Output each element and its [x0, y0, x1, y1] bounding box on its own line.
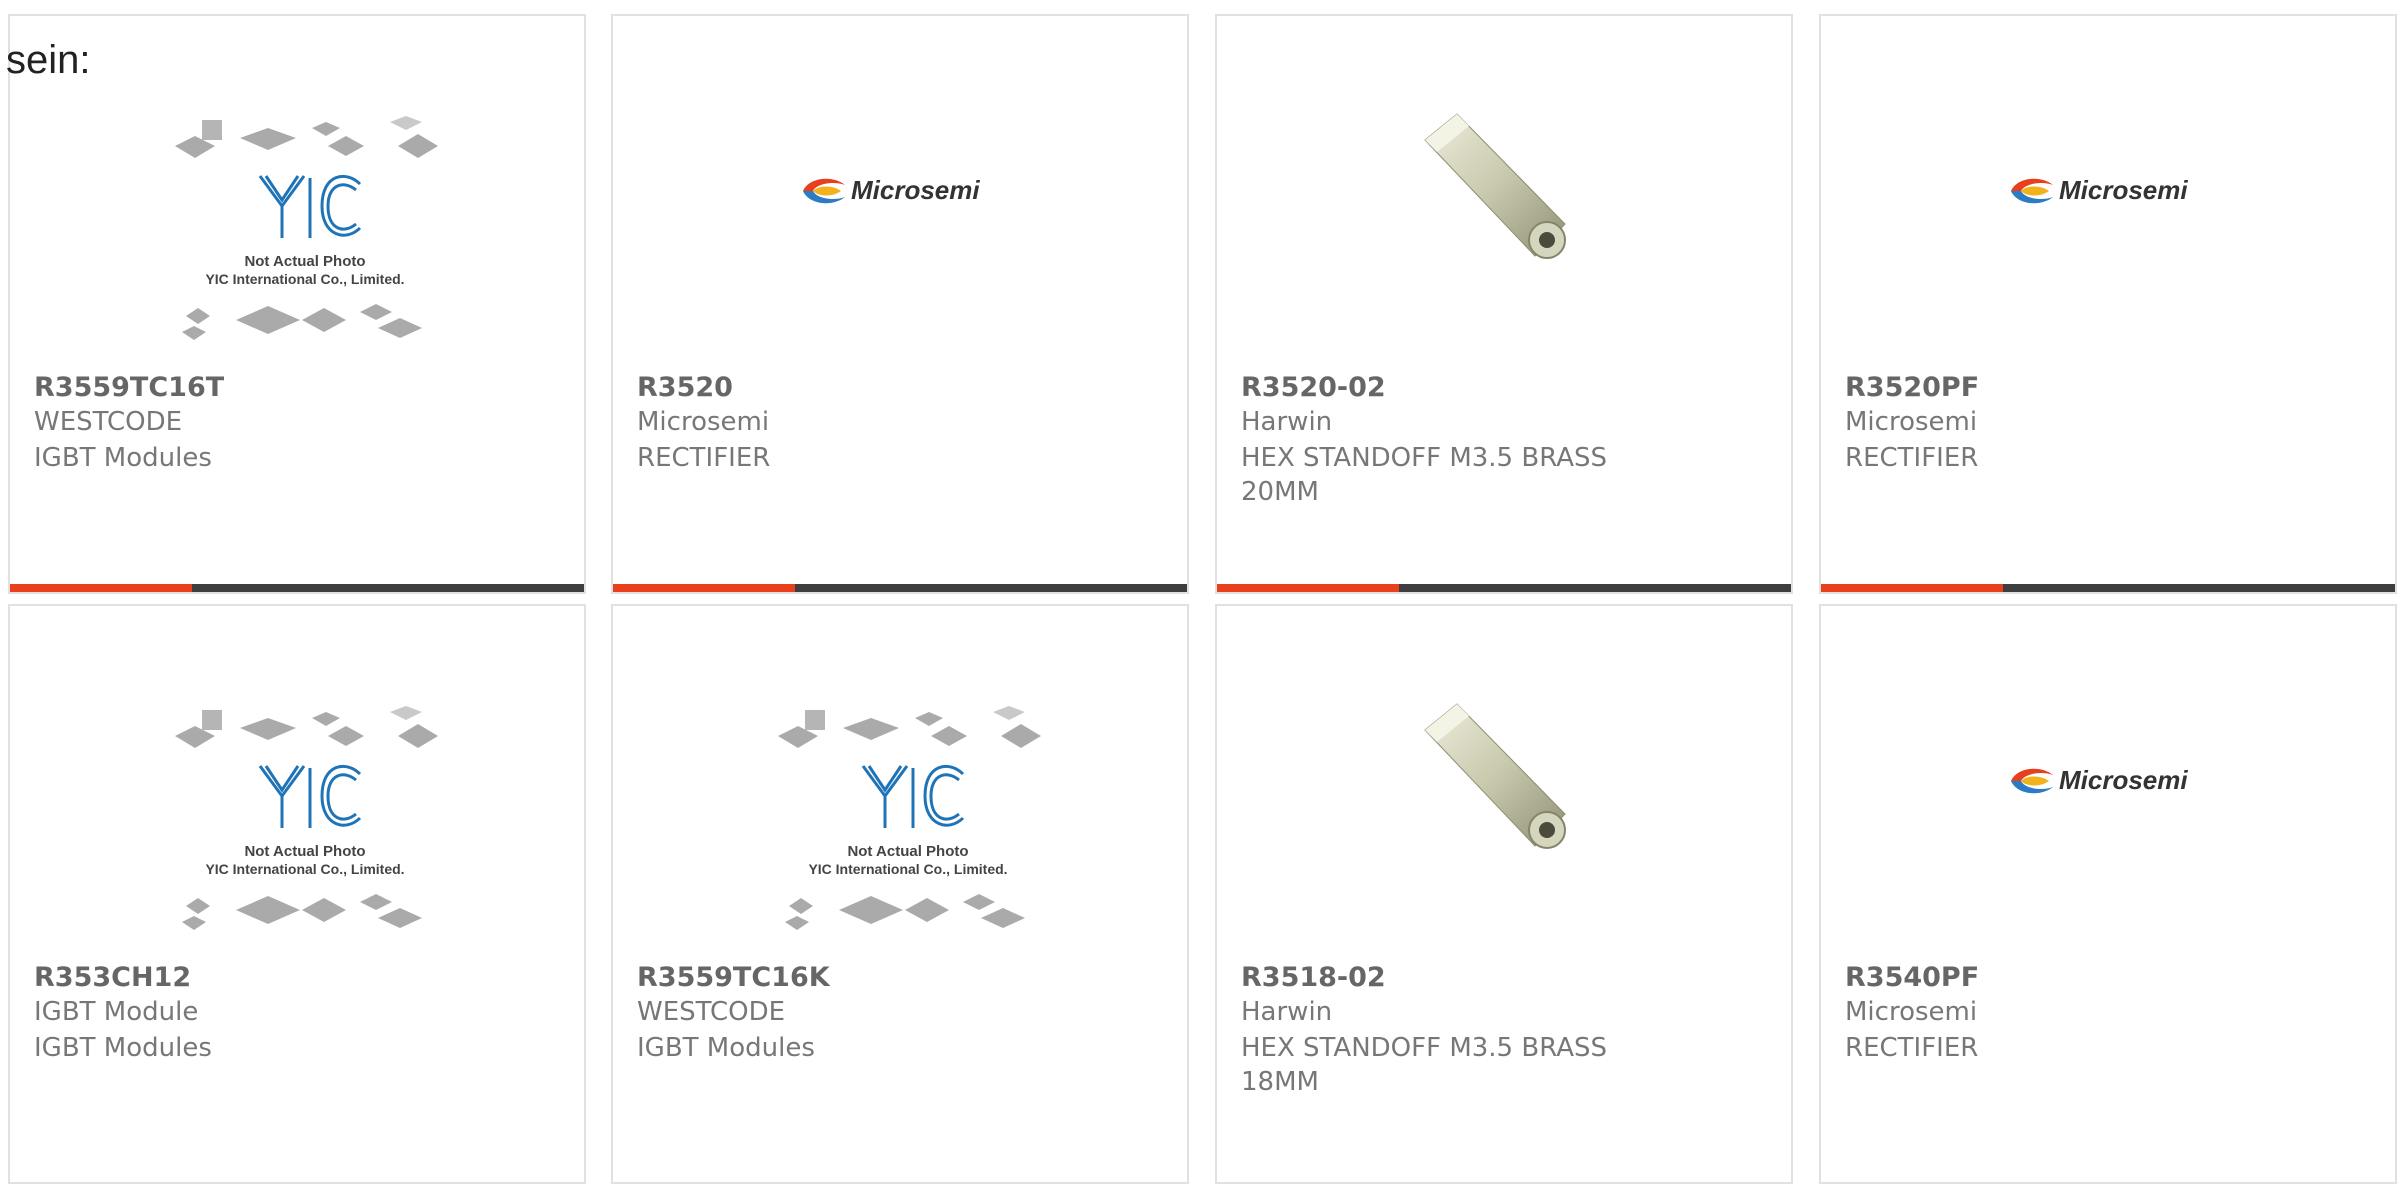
card-bar-accent: [1821, 584, 2003, 592]
product-image[interactable]: Not Actual Photo YIC International Co., …: [10, 16, 584, 356]
manufacturer: Microsemi: [637, 407, 770, 437]
manufacturer: Microsemi: [1845, 997, 1978, 1027]
part-number[interactable]: R3518-02: [1241, 962, 1386, 993]
description: HEX STANDOFF M3.5 BRASS 20MM: [1241, 443, 1608, 507]
hex-standoff-icon: [1424, 703, 1566, 849]
description: IGBT Modules: [34, 443, 212, 473]
manufacturer: WESTCODE: [637, 997, 786, 1027]
hex-standoff-icon: [1424, 113, 1566, 259]
product-card[interactable]: Microsemi R3520 Microsemi RECTIFIER: [611, 14, 1189, 594]
product-image[interactable]: Microsemi: [613, 16, 1187, 356]
product-image[interactable]: [1217, 16, 1791, 356]
part-number[interactable]: R3540PF: [1845, 962, 1979, 993]
placeholder-line2: YIC International Co., Limited.: [205, 271, 404, 287]
description: RECTIFIER: [1845, 1033, 1979, 1063]
manufacturer: IGBT Module: [34, 997, 199, 1027]
microsemi-logo-icon: Microsemi: [2011, 175, 2188, 205]
product-card[interactable]: Microsemi R3540PF Microsemi RECTIFIER: [1819, 604, 2397, 1184]
yic-placeholder-icon: Not Actual Photo YIC International Co., …: [175, 706, 438, 930]
description: IGBT Modules: [637, 1033, 815, 1063]
product-card[interactable]: Microsemi R3520PF Microsemi RECTIFIER: [1819, 14, 2397, 594]
card-bar-accent: [10, 584, 192, 592]
card-bar-accent: [613, 584, 795, 592]
product-image[interactable]: Not Actual Photo YIC International Co., …: [10, 606, 584, 946]
card-bar-accent: [1217, 584, 1399, 592]
placeholder-line2: YIC International Co., Limited.: [808, 861, 1007, 877]
logo-text: Microsemi: [851, 175, 980, 205]
manufacturer: Harwin: [1241, 407, 1333, 437]
logo-text: Microsemi: [2059, 765, 2188, 795]
card-bar: [10, 584, 584, 592]
product-image[interactable]: Microsemi: [1821, 606, 2395, 946]
intro-text: sein:: [6, 38, 91, 82]
product-image[interactable]: Microsemi: [1821, 16, 2395, 356]
description: HEX STANDOFF M3.5 BRASS 18MM: [1241, 1033, 1608, 1097]
card-bar: [1217, 584, 1791, 592]
microsemi-logo-icon: Microsemi: [2011, 765, 2188, 795]
placeholder-line1: Not Actual Photo: [244, 253, 365, 270]
description: RECTIFIER: [637, 443, 771, 473]
part-number[interactable]: R3520-02: [1241, 372, 1386, 403]
placeholder-line1: Not Actual Photo: [244, 843, 365, 860]
card-bar: [613, 584, 1187, 592]
yic-placeholder-icon: Not Actual Photo YIC International Co., …: [778, 706, 1041, 930]
product-card[interactable]: Not Actual Photo YIC International Co., …: [8, 604, 586, 1184]
product-card[interactable]: R3518-02 Harwin HEX STANDOFF M3.5 BRASS …: [1215, 604, 1793, 1184]
part-number[interactable]: R3520: [637, 372, 733, 403]
part-number[interactable]: R353CH12: [34, 962, 191, 993]
part-number[interactable]: R3520PF: [1845, 372, 1979, 403]
product-image[interactable]: Not Actual Photo YIC International Co., …: [613, 606, 1187, 946]
placeholder-line2: YIC International Co., Limited.: [205, 861, 404, 877]
yic-placeholder-icon: Not Actual Photo YIC International Co., …: [175, 116, 438, 340]
description: IGBT Modules: [34, 1033, 212, 1063]
placeholder-line1: Not Actual Photo: [847, 843, 968, 860]
part-number[interactable]: R3559TC16T: [34, 372, 224, 403]
manufacturer: Harwin: [1241, 997, 1333, 1027]
logo-text: Microsemi: [2059, 175, 2188, 205]
microsemi-logo-icon: Microsemi: [803, 175, 980, 205]
product-card[interactable]: Not Actual Photo YIC International Co., …: [8, 14, 586, 594]
manufacturer: WESTCODE: [34, 407, 183, 437]
description: RECTIFIER: [1845, 443, 1979, 473]
manufacturer: Microsemi: [1845, 407, 1978, 437]
card-bar: [1821, 584, 2395, 592]
part-number[interactable]: R3559TC16K: [637, 962, 830, 993]
product-card[interactable]: R3520-02 Harwin HEX STANDOFF M3.5 BRASS …: [1215, 14, 1793, 594]
product-card[interactable]: Not Actual Photo YIC International Co., …: [611, 604, 1189, 1184]
product-image[interactable]: [1217, 606, 1791, 946]
